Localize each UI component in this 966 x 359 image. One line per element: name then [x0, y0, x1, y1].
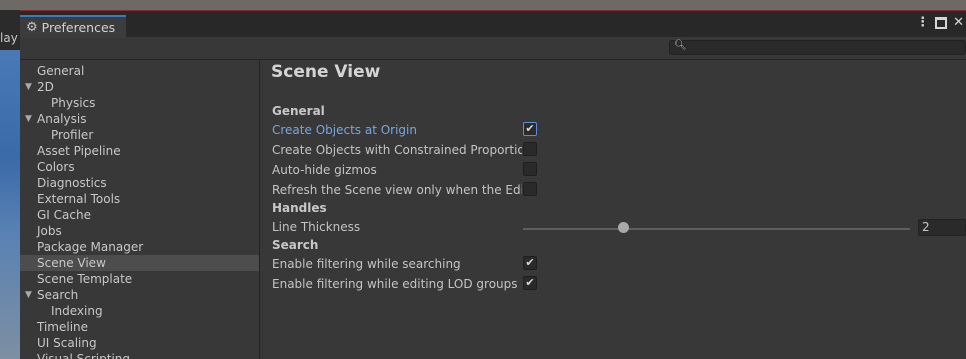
expand-arrow-icon[interactable]: ▼ [25, 79, 32, 95]
window-controls: ⋮ ✕ [916, 15, 966, 31]
preferences-sidebar: General ▼ 2D Physics ▼ Analysis Profiler A… [20, 60, 260, 359]
sidebar-item-indexing[interactable]: Indexing [20, 303, 259, 319]
sidebar-item-label: Analysis [37, 112, 87, 126]
auto-hide-gizmos-label: Auto-hide gizmos [272, 163, 377, 177]
sidebar-item-asset-pipeline[interactable]: Asset Pipeline [20, 143, 259, 159]
sidebar-item-label: External Tools [37, 192, 121, 206]
sidebar-item-colors[interactable]: Colors [20, 159, 259, 175]
line-thickness-label: Line Thickness [272, 220, 361, 234]
sidebar-item-label: Scene Template [37, 272, 133, 286]
sidebar-item-diagnostics[interactable]: Diagnostics [20, 175, 259, 191]
sidebar-item-label: Jobs [37, 224, 62, 238]
filter-while-searching-checkbox[interactable]: ✔ [523, 256, 537, 270]
sidebar-item-visual-scripting[interactable]: Visual Scripting [20, 351, 259, 359]
search-icon: 🔍︎ [674, 40, 687, 51]
refresh-scene-view-label: Refresh the Scene view only when the Edi… [272, 183, 522, 197]
filter-while-searching-label: Enable filtering while searching [272, 257, 461, 271]
title-bar: ⚙ Preferences ⋮ ✕ [20, 11, 966, 38]
sidebar-item-physics[interactable]: Physics [20, 95, 259, 111]
tab-title: Preferences [41, 20, 116, 35]
refresh-scene-view-checkbox[interactable] [523, 182, 537, 196]
auto-hide-gizmos-checkbox[interactable] [523, 162, 537, 176]
page-title: Scene View [271, 62, 381, 82]
filter-lod-groups-label: Enable filtering while editing LOD group… [272, 277, 518, 291]
sidebar-item-label: UI Scaling [37, 336, 97, 350]
more-options-icon[interactable]: ⋮ [916, 15, 929, 31]
sidebar-item-label: Timeline [37, 320, 89, 334]
sidebar-item-label: Physics [51, 96, 96, 110]
game-view-label: lay [0, 31, 18, 45]
sidebar-item-label: Diagnostics [37, 176, 107, 190]
gear-icon: ⚙ [26, 20, 38, 35]
sidebar-item-package-manager[interactable]: Package Manager [20, 239, 259, 255]
search-input[interactable]: 🔍︎ [669, 40, 966, 55]
sidebar-item-label: Indexing [51, 304, 103, 318]
screen: lay ⚙ Preferences ⋮ ✕ 🔍︎ General ▼ 2D Phy… [0, 0, 966, 359]
sidebar-item-label: Visual Scripting [37, 352, 130, 359]
sidebar-item-label: Scene View [37, 256, 106, 270]
sidebar-item-label: Profiler [51, 128, 94, 142]
sidebar-item-scene-view[interactable]: Scene View [20, 255, 259, 271]
sidebar-item-search[interactable]: ▼ Search [20, 287, 259, 303]
sidebar-item-label: General [37, 64, 85, 78]
expand-arrow-icon[interactable]: ▼ [25, 287, 32, 303]
line-thickness-field[interactable]: 2 [918, 219, 966, 236]
editor-background-top [0, 0, 966, 10]
sidebar-item-external-tools[interactable]: External Tools [20, 191, 259, 207]
preferences-window: ⚙ Preferences ⋮ ✕ 🔍︎ General ▼ 2D Physics… [20, 10, 966, 359]
section-heading-search: Search [272, 238, 319, 252]
sidebar-item-timeline[interactable]: Timeline [20, 319, 259, 335]
editor-background-left: lay [0, 10, 20, 359]
sidebar-item-gi-cache[interactable]: GI Cache [20, 207, 259, 223]
create-objects-at-origin-checkbox[interactable]: ✔ [523, 122, 537, 136]
expand-arrow-icon[interactable]: ▼ [25, 111, 32, 127]
line-thickness-slider[interactable] [523, 228, 910, 230]
scene-view-settings: Scene View General Create Objects at Ori… [261, 60, 966, 359]
sidebar-item-label: Colors [37, 160, 75, 174]
sidebar-item-label: Package Manager [37, 240, 144, 254]
preferences-tab[interactable]: ⚙ Preferences [20, 15, 126, 38]
section-heading-handles: Handles [272, 201, 327, 215]
sidebar-item-label: GI Cache [37, 208, 91, 222]
sidebar-item-ui-scaling[interactable]: UI Scaling [20, 335, 259, 351]
sidebar-item-label: Asset Pipeline [37, 144, 121, 158]
close-icon[interactable]: ✕ [953, 15, 964, 31]
scene-preview [0, 50, 20, 359]
filter-lod-groups-checkbox[interactable]: ✔ [523, 276, 537, 290]
sidebar-item-profiler[interactable]: Profiler [20, 127, 259, 143]
create-objects-at-origin-label: Create Objects at Origin [272, 123, 417, 137]
sidebar-item-scene-template[interactable]: Scene Template [20, 271, 259, 287]
sidebar-item-label: 2D [37, 80, 54, 94]
sidebar-item-general[interactable]: General [20, 63, 259, 79]
sidebar-item-label: Search [37, 288, 79, 302]
maximize-icon[interactable] [935, 17, 948, 29]
slider-handle[interactable] [618, 222, 629, 233]
sidebar-item-2d[interactable]: ▼ 2D [20, 79, 259, 95]
toolbar: 🔍︎ [20, 38, 966, 60]
constrained-proportions-label: Create Objects with Constrained Proporti… [272, 143, 522, 157]
constrained-proportions-checkbox[interactable] [523, 142, 537, 156]
sidebar-item-jobs[interactable]: Jobs [20, 223, 259, 239]
section-heading-general: General [272, 104, 325, 118]
sidebar-item-analysis[interactable]: ▼ Analysis [20, 111, 259, 127]
